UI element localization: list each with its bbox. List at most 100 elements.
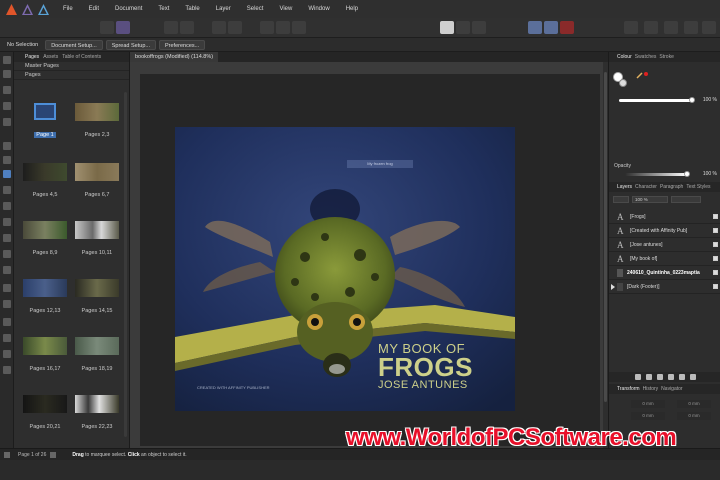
toolbar-button[interactable] [180,21,194,34]
toolbar-button[interactable] [440,21,454,34]
pages-scrollbar[interactable] [124,92,127,437]
layer-visibility-checkbox[interactable] [713,284,718,289]
layer-row[interactable]: A [Jose antunes] [609,238,720,252]
tool-icon[interactable] [3,350,11,358]
tab-assets[interactable]: Assets [43,54,58,60]
layer-visibility-checkbox[interactable] [713,228,718,233]
tool-icon[interactable] [3,118,11,126]
tool-icon[interactable] [3,202,11,210]
opacity-value[interactable]: 100 % [699,171,717,177]
adjustment-icon[interactable] [656,374,663,380]
tab-layers[interactable]: Layers [617,184,632,190]
cover-page[interactable]: My frozen frog MY BOOK OF FROGS JOSE ANT… [175,127,515,411]
layer-opacity-select[interactable]: 100 % [632,195,668,203]
toolbar-button[interactable] [276,21,290,34]
colour-slider[interactable] [619,99,693,102]
document-tab[interactable]: bookoffrogs (Modified) (114.8%) [130,52,219,62]
document-setup-button[interactable]: Document Setup... [45,39,103,50]
group-icon[interactable] [678,374,685,380]
tool-icon[interactable] [3,334,11,342]
eyedropper-icon[interactable] [636,71,644,79]
toolbar-button[interactable] [164,21,178,34]
tab-pages[interactable]: Pages [25,54,39,60]
previous-page-icon[interactable] [4,451,10,458]
cover-credit[interactable]: CREATED WITH AFFINITY PUBLISHER [197,385,270,390]
menu-window[interactable]: Window [300,6,337,12]
colour-slider-knob[interactable] [689,97,695,103]
master-pages-section[interactable]: Master Pages [14,62,129,71]
spread-setup-button[interactable]: Spread Setup... [105,39,156,50]
layer-visibility-checkbox[interactable] [713,214,718,219]
node-tool-icon[interactable] [3,70,11,78]
stroke-colour-swatch[interactable] [619,79,627,87]
tab-history[interactable]: History [643,386,659,392]
colour-value[interactable]: 100 % [699,97,717,103]
frame-text-tool-icon[interactable] [3,170,11,178]
layer-blend-dropdown[interactable] [671,195,701,203]
toolbar-button[interactable] [212,21,226,34]
toolbar-button[interactable] [544,21,558,34]
layer-row[interactable]: [Dark (Footer)] [609,280,720,294]
tab-table-of-contents[interactable]: Table of Contents [62,54,101,60]
menu-text[interactable]: Text [150,6,177,12]
tool-icon[interactable] [3,186,11,194]
tab-paragraph[interactable]: Paragraph [660,184,683,190]
layer-row[interactable]: A [My book of] [609,252,720,266]
opacity-slider[interactable] [625,173,687,176]
toolbar-button[interactable] [644,21,658,34]
tool-icon[interactable] [3,318,11,326]
expand-arrow-icon[interactable] [611,284,615,290]
publisher-persona-icon[interactable] [6,3,17,15]
x-position-field[interactable]: 0 mm [631,400,665,408]
next-page-icon[interactable] [50,451,57,458]
height-field[interactable]: 0 mm [677,412,711,420]
add-layer-icon[interactable] [634,374,641,380]
toolbar-button[interactable] [624,21,638,34]
blend-mode-select[interactable] [613,195,629,203]
toolbar-button[interactable] [228,21,242,34]
layer-visibility-checkbox[interactable] [713,256,718,261]
menu-file[interactable]: File [55,6,81,12]
width-field[interactable]: 0 mm [677,400,711,408]
toolbar-button[interactable] [684,21,698,34]
menu-edit[interactable]: Edit [81,6,107,12]
preferences-button[interactable]: Preferences... [158,39,206,50]
toolbar-button[interactable] [116,21,130,34]
layer-row[interactable]: 240610_Quintinha_0223maptia [609,266,720,280]
tool-icon[interactable] [3,234,11,242]
layer-row[interactable]: A [Created with Affinity Pub] [609,224,720,238]
tab-character[interactable]: Character [635,184,657,190]
pages-section[interactable]: Pages [14,71,129,80]
tool-icon[interactable] [3,300,11,308]
mask-icon[interactable] [667,374,674,380]
pencil-tool-icon[interactable] [3,156,11,164]
canvas[interactable]: My frozen frog MY BOOK OF FROGS JOSE ANT… [130,62,608,448]
designer-persona-icon[interactable] [38,3,49,15]
menu-table[interactable]: Table [177,6,207,12]
tab-navigator[interactable]: Navigator [661,386,682,392]
tab-stroke[interactable]: Stroke [659,54,673,60]
tool-icon[interactable] [3,218,11,226]
move-tool-icon[interactable] [3,56,11,64]
tab-swatches[interactable]: Swatches [635,54,657,60]
menu-select[interactable]: Select [239,6,272,12]
toolbar-button[interactable] [456,21,470,34]
tool-icon[interactable] [3,86,11,94]
cover-author[interactable]: JOSE ANTUNES [378,379,515,391]
toolbar-button[interactable] [664,21,678,34]
menu-view[interactable]: View [271,6,300,12]
photo-persona-icon[interactable] [22,3,33,15]
toolbar-button[interactable] [100,21,114,34]
tab-text-styles[interactable]: Text Styles [686,184,710,190]
tool-icon[interactable] [3,284,11,292]
tool-icon[interactable] [3,266,11,274]
menu-help[interactable]: Help [338,6,366,12]
tab-colour[interactable]: Colour [617,54,632,60]
toolbar-button[interactable] [260,21,274,34]
pen-tool-icon[interactable] [3,142,11,150]
layer-visibility-checkbox[interactable] [713,270,718,275]
page-indicator[interactable]: Page 1 of 26 [18,452,46,458]
toolbar-button[interactable] [292,21,306,34]
toolbar-button[interactable] [702,21,716,34]
menu-document[interactable]: Document [107,6,150,12]
